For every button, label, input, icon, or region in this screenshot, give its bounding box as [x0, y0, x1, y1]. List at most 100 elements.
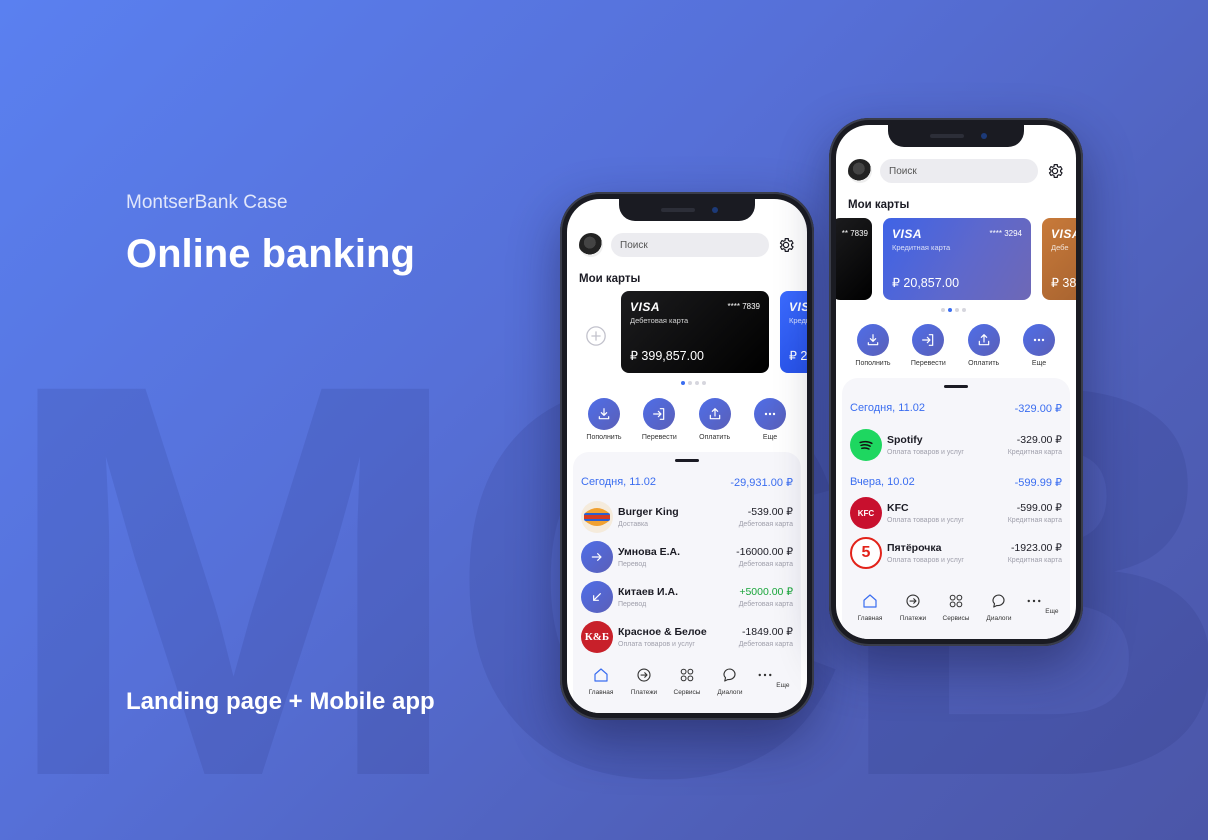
transaction-card: Дебетовая карта — [738, 601, 793, 608]
card-kind: Дебе — [1051, 243, 1069, 252]
tab-label: Главная — [588, 689, 614, 696]
tab-label: Диалоги — [717, 689, 743, 696]
transaction-category: Перевод — [618, 561, 647, 568]
day-date: Вчера, 10.02 — [850, 476, 915, 488]
action-top-up[interactable]: Пополнить — [581, 398, 627, 441]
transaction-row[interactable]: Spotify Оплата товаров и услуг -329.00 ₽… — [850, 428, 1062, 462]
pyaterochka-logo: 5 — [850, 537, 882, 569]
phone-notch — [619, 199, 755, 221]
transaction-amount: -16000.00 ₽ — [736, 546, 793, 558]
action-label: Перевести — [641, 434, 677, 441]
phone-mockup-back: Поиск Мои карты ** 7839 VISA **** 3294 К… — [829, 118, 1083, 646]
card-balance: ₽ 20, — [789, 349, 807, 363]
kfc-logo-text: KFC — [857, 508, 875, 518]
transaction-card: Дебетовая карта — [738, 521, 793, 528]
transaction-name: Burger King — [618, 506, 679, 518]
sheet-handle[interactable] — [675, 459, 699, 462]
kb-logo: К&Б — [581, 621, 613, 653]
tab-dialogs[interactable]: Диалоги — [979, 592, 1019, 622]
transaction-row[interactable]: К&Б Красное & Белое Оплата товаров и усл… — [581, 620, 793, 654]
day-total: -29,931.00 ₽ — [730, 477, 793, 489]
credit-card[interactable]: VISA **** 3294 Кредитная карта ₽ 20,857.… — [883, 218, 1031, 300]
sheet-handle[interactable] — [944, 385, 968, 388]
credit-card-partial[interactable]: VISA Креди ₽ 20, — [780, 291, 807, 373]
search-input[interactable]: Поиск — [880, 159, 1038, 183]
debit-card-partial[interactable]: ** 7839 — [836, 218, 872, 300]
debit-card-partial[interactable]: VISA Дебе ₽ 38 — [1042, 218, 1076, 300]
home-icon — [594, 668, 608, 682]
transaction-amount: -599.00 ₽ — [1016, 502, 1062, 514]
tab-bar: Главная Платежи Сервисы Диалоги Еще — [581, 666, 793, 696]
tab-more[interactable]: Еще — [753, 666, 793, 696]
transaction-row[interactable]: Умнова Е.А. Перевод -16000.00 ₽ Дебетова… — [581, 540, 793, 574]
hero-title: Online banking — [126, 232, 415, 276]
kb-logo-text: К&Б — [584, 631, 610, 643]
transaction-row[interactable]: KFC KFC Оплата товаров и услуг -599.00 ₽… — [850, 496, 1062, 530]
action-transfer[interactable]: Перевести — [905, 324, 951, 367]
gear-icon[interactable] — [1046, 162, 1064, 180]
action-pay[interactable]: Оплатить — [961, 324, 1007, 367]
action-label: Перевести — [910, 360, 946, 367]
day-header: Вчера, 10.02 -599.99 ₽ — [850, 476, 1062, 489]
carousel-dots — [941, 308, 966, 312]
tab-home[interactable]: Главная — [581, 666, 621, 696]
tab-dialogs[interactable]: Диалоги — [710, 666, 750, 696]
carousel-dot — [962, 308, 966, 312]
tab-label: Главная — [857, 615, 883, 622]
tab-label: Сервисы — [673, 689, 701, 696]
transaction-row[interactable]: Китаев И.А. Перевод +5000.00 ₽ Дебетовая… — [581, 580, 793, 614]
debit-card[interactable]: VISA **** 7839 Дебетовая карта ₽ 399,857… — [621, 291, 769, 373]
card-balance: ₽ 38 — [1051, 276, 1076, 290]
pyaterochka-logo-text: 5 — [861, 544, 871, 561]
cards-title: Мои карты — [848, 199, 910, 211]
action-top-up[interactable]: Пополнить — [850, 324, 896, 367]
tab-more[interactable]: Еще — [1022, 592, 1062, 622]
search-input[interactable]: Поиск — [611, 233, 769, 257]
transaction-name: Красное & Белое — [618, 626, 707, 638]
carousel-dot — [688, 381, 692, 385]
card-number: **** 3294 — [989, 229, 1022, 238]
chat-bubble-icon — [723, 668, 736, 682]
action-more[interactable]: Еще — [1016, 324, 1062, 367]
tab-payments[interactable]: Платежи — [624, 666, 664, 696]
transaction-card: Кредитная карта — [1007, 557, 1062, 564]
carousel-dot — [948, 308, 952, 312]
avatar[interactable] — [579, 233, 603, 257]
transaction-card: Дебетовая карта — [738, 561, 793, 568]
tab-label: Платежи — [899, 615, 927, 622]
tab-home[interactable]: Главная — [850, 592, 890, 622]
tab-services[interactable]: Сервисы — [667, 666, 707, 696]
carousel-dot — [941, 308, 945, 312]
card-kind: Кредитная карта — [892, 243, 951, 252]
visa-logo: VISA — [1051, 227, 1076, 241]
transaction-card: Кредитная карта — [1007, 517, 1062, 524]
payments-icon — [637, 668, 651, 682]
phone-screen: Поиск Мои карты VISA **** 7839 Дебетовая… — [567, 199, 807, 713]
add-card-icon[interactable] — [585, 325, 607, 347]
day-header: Сегодня, 11.02 -29,931.00 ₽ — [581, 476, 793, 489]
tab-payments[interactable]: Платежи — [893, 592, 933, 622]
action-transfer[interactable]: Перевести — [636, 398, 682, 441]
transaction-name: Умнова Е.А. — [618, 546, 681, 558]
action-label: Пополнить — [586, 434, 622, 441]
avatar[interactable] — [848, 159, 872, 183]
services-icon — [680, 668, 694, 682]
transaction-category: Оплата товаров и услуг — [887, 449, 964, 456]
day-date: Сегодня, 11.02 — [581, 476, 656, 488]
tab-label: Диалоги — [986, 615, 1012, 622]
gear-icon[interactable] — [777, 236, 795, 254]
transactions-sheet: Сегодня, 11.02 -29,931.00 ₽ Burger King … — [573, 452, 801, 713]
transaction-card: Дебетовая карта — [738, 641, 793, 648]
action-label: Пополнить — [855, 360, 891, 367]
action-label: Оплатить — [699, 434, 731, 441]
tab-services[interactable]: Сервисы — [936, 592, 976, 622]
action-more[interactable]: Еще — [747, 398, 793, 441]
action-pay[interactable]: Оплатить — [692, 398, 738, 441]
chat-bubble-icon — [992, 594, 1005, 608]
transaction-row[interactable]: 5 Пятёрочка Оплата товаров и услуг -1923… — [850, 536, 1062, 570]
transaction-category: Оплата товаров и услуг — [887, 517, 964, 524]
carousel-dot — [681, 381, 685, 385]
transaction-row[interactable]: Burger King Доставка -539.00 ₽ Дебетовая… — [581, 500, 793, 534]
tab-label: Платежи — [630, 689, 658, 696]
cards-title: Мои карты — [579, 273, 641, 285]
